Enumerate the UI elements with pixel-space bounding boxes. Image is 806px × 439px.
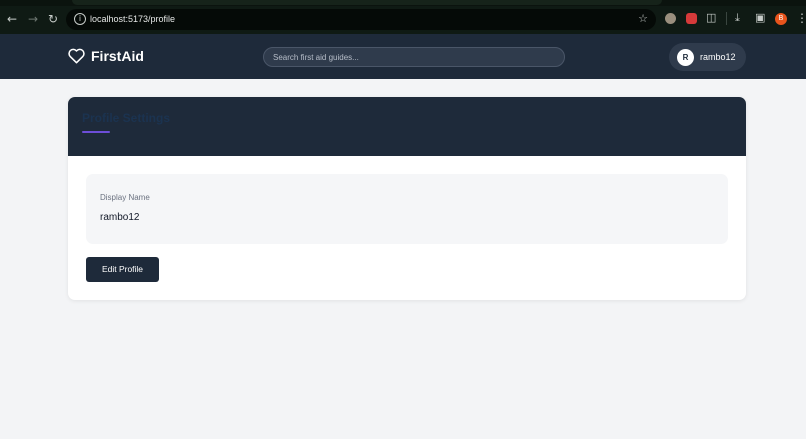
profile-card-header: Profile Settings xyxy=(68,97,746,156)
extensions-icon[interactable]: ◫ xyxy=(706,11,716,25)
extension-icon[interactable] xyxy=(665,13,676,24)
user-name: rambo12 xyxy=(700,52,736,62)
display-name-field: Display Name rambo12 xyxy=(86,174,728,244)
tab-strip xyxy=(0,0,806,6)
profile-card: Profile Settings Display Name rambo12 Ed… xyxy=(68,97,746,300)
avatar: R xyxy=(677,48,694,66)
heart-icon xyxy=(68,48,85,64)
display-name-label: Display Name xyxy=(100,193,150,202)
address-bar[interactable]: i localhost:5173/profile ☆ xyxy=(66,9,656,30)
reload-icon[interactable]: ↻ xyxy=(47,12,59,26)
download-icon[interactable]: ⤓ xyxy=(735,11,740,25)
search-input[interactable] xyxy=(263,47,565,67)
extension-badge-icon[interactable] xyxy=(686,13,697,24)
brand-logo[interactable]: FirstAid xyxy=(68,48,144,64)
tab-search-icon[interactable]: ▣ xyxy=(755,11,765,25)
site-info-icon[interactable]: i xyxy=(74,13,86,25)
title-underline xyxy=(82,131,110,133)
back-icon[interactable]: ← xyxy=(6,12,18,26)
page-title: Profile Settings xyxy=(82,111,171,125)
browser-profile-avatar[interactable]: B xyxy=(775,13,787,25)
user-menu-button[interactable]: R rambo12 xyxy=(669,43,746,71)
tab-strip-tabs[interactable] xyxy=(72,0,662,5)
menu-icon[interactable]: ⋮ xyxy=(796,11,806,25)
star-icon[interactable]: ☆ xyxy=(638,12,648,26)
brand-name: FirstAid xyxy=(91,48,144,64)
edit-profile-button[interactable]: Edit Profile xyxy=(86,257,159,282)
browser-toolbar: ← → ↻ i localhost:5173/profile ☆ ◫ ⤓ ▣ B… xyxy=(0,0,806,34)
toolbar-divider xyxy=(726,12,727,25)
address-url[interactable]: localhost:5173/profile xyxy=(90,13,175,26)
display-name-value: rambo12 xyxy=(100,212,140,223)
forward-icon[interactable]: → xyxy=(27,12,39,26)
